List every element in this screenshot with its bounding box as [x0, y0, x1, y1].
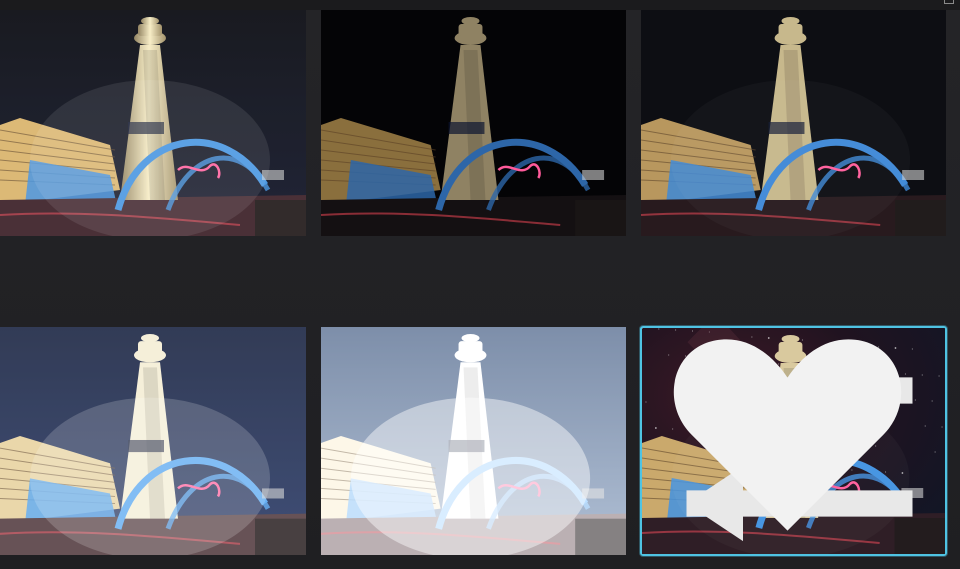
photo-tile-4[interactable] — [0, 327, 306, 555]
photo-tile-6-selected[interactable] — [640, 326, 947, 556]
photo-tile-1[interactable] — [0, 10, 306, 236]
heart-icon[interactable] — [640, 326, 939, 548]
photo-stratosphere-tower — [321, 327, 626, 555]
photo-stratosphere-tower — [641, 10, 946, 236]
photo-stratosphere-tower — [0, 327, 306, 555]
photo-stratosphere-tower — [321, 10, 626, 236]
top-toolbar-strip — [0, 0, 960, 10]
photo-tile-5[interactable] — [321, 327, 626, 555]
photo-tile-3[interactable] — [641, 10, 946, 236]
panel-icon[interactable] — [944, 0, 954, 4]
photo-tile-2[interactable] — [321, 10, 626, 236]
photo-stratosphere-tower — [0, 10, 306, 236]
